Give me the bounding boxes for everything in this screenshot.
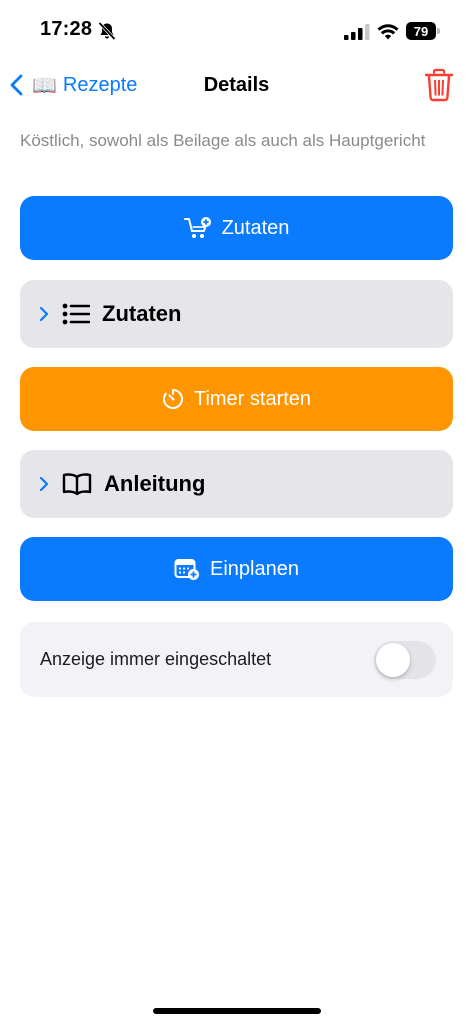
chevron-right-icon [39, 306, 49, 322]
trash-icon[interactable] [424, 68, 454, 102]
cart-plus-icon [183, 217, 211, 238]
calendar-plus-icon [174, 559, 200, 580]
add-ingredients-button[interactable]: Zutaten [20, 196, 453, 260]
ingredients-section-label: Zutaten [102, 301, 182, 326]
add-ingredients-label: Zutaten [221, 216, 290, 239]
instructions-disclosure[interactable]: Anleitung [20, 450, 453, 518]
start-timer-label: Timer starten [193, 387, 312, 410]
always-on-display-row: Anzeige immer eingeschaltet [20, 622, 453, 697]
battery-cap [437, 28, 440, 34]
navigation-bar: 📖 Rezepte Details [0, 62, 473, 108]
recipe-description: Köstlich, sowohl als Beilage als auch al… [20, 131, 426, 150]
back-button[interactable]: 📖 Rezepte [8, 62, 137, 108]
battery-level: 79 [406, 22, 436, 40]
always-on-display-label: Anzeige immer eingeschaltet [40, 649, 272, 669]
toggle-knob [376, 643, 410, 677]
wifi-icon [377, 24, 399, 40]
always-on-display-toggle[interactable] [374, 641, 436, 679]
bell-slash-icon [98, 21, 116, 41]
schedule-label: Einplanen [210, 557, 299, 580]
back-book-emoji: 📖 [32, 74, 57, 97]
chevron-left-icon [10, 74, 23, 96]
schedule-button[interactable]: Einplanen [20, 537, 453, 601]
status-time: 17:28 [40, 18, 93, 40]
cellular-signal-icon [344, 24, 370, 40]
back-button-label: Rezepte [62, 73, 138, 96]
battery-indicator: 79 [406, 22, 440, 40]
timer-icon [163, 389, 183, 409]
list-icon [62, 303, 90, 325]
status-bar: 17:28 79 [0, 0, 473, 62]
instructions-section-label: Anleitung [104, 471, 206, 496]
home-indicator [153, 1008, 321, 1014]
chevron-right-icon [39, 476, 49, 492]
ingredients-disclosure[interactable]: Zutaten [20, 280, 453, 348]
start-timer-button[interactable]: Timer starten [20, 367, 453, 431]
recipe-details-screen: 17:28 79 📖 Rezepte Details Köstlich, sow… [0, 0, 473, 1024]
book-icon [62, 473, 92, 496]
